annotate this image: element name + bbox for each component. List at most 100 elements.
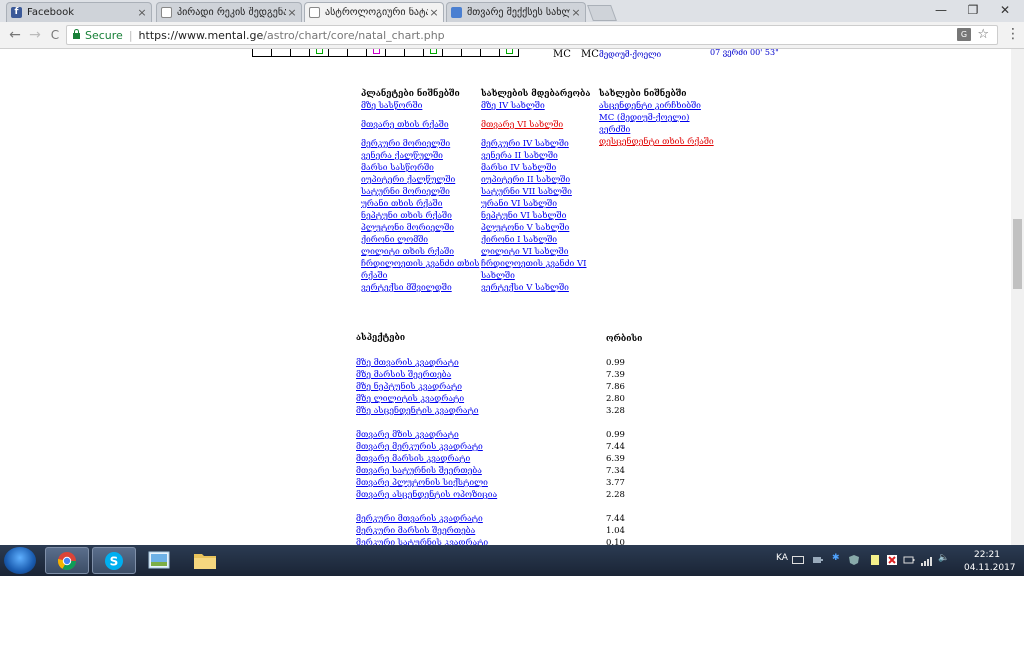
orb-value: 0.99 [606, 358, 625, 368]
svg-text:S: S [110, 555, 119, 569]
aspect-link[interactable]: მზე ნეპტუნის კვადრატი [356, 381, 497, 393]
aspect-link[interactable]: მთვარე პლუტონის სიქსტილი [356, 477, 497, 489]
link-item[interactable]: დესცენდენტი თხის რქაში [599, 136, 714, 148]
volume-icon[interactable]: 🔈 [938, 553, 949, 563]
link-item[interactable]: ასცენდენტი კირჩხიბში [599, 100, 714, 112]
aspect-link[interactable]: მთვარე მერკურის კვადრატი [356, 441, 497, 453]
link-item[interactable]: მარსი IV სახლში [481, 162, 590, 174]
close-icon[interactable]: × [570, 6, 582, 19]
security-shield-icon[interactable] [848, 554, 860, 566]
aspect-link[interactable]: მთვარე მზის კვადრატი [356, 429, 497, 441]
page-icon [161, 7, 172, 18]
close-window-button[interactable]: ✕ [990, 0, 1020, 20]
scrollbar-thumb[interactable] [1013, 219, 1022, 289]
orb-value: 7.39 [606, 370, 625, 380]
link-item[interactable]: იუპიტერი ქალწულში [361, 174, 479, 186]
link-item[interactable]: მარსი სასწორში [361, 162, 479, 174]
reload-button[interactable]: C [46, 26, 64, 44]
link-item[interactable]: მთვარე თხის რქაში [361, 119, 479, 131]
link-item[interactable]: ურანი VI სახლში [481, 198, 590, 210]
browser-menu-icon[interactable]: ⋮ [1006, 26, 1020, 42]
link-item[interactable]: ვერტექსი V სახლში [481, 282, 590, 294]
aspect-link[interactable]: მერკური მთვარის კვადრატი [356, 513, 497, 525]
link-item[interactable]: ურანი თხის რქაში [361, 198, 479, 210]
aspect-link[interactable]: მერკური სატურნის კვადრატი [356, 537, 497, 545]
tab-moon-sixth-house[interactable]: მთვარე მექქსეს სახლში × [446, 2, 586, 22]
network-device-icon[interactable] [812, 555, 824, 565]
house-positions-header: სახლების მდებარეობა [481, 89, 591, 99]
tab-natal-chart[interactable]: ასტროლოგიური ნატალ × [304, 2, 444, 22]
aspect-link[interactable]: მთვარე სატურნის შეერთება [356, 465, 497, 477]
link-item[interactable]: ჩრდილოეთის კვანძი VI [481, 258, 590, 270]
maximize-button[interactable]: ❐ [958, 0, 988, 20]
orb-value: 3.28 [606, 406, 625, 416]
facebook-icon: f [11, 7, 22, 18]
address-bar[interactable]: Secure | https://www.mental.ge/astro/cha… [66, 25, 998, 45]
secure-indicator[interactable]: Secure [73, 29, 123, 42]
keyboard-icon[interactable] [792, 555, 804, 565]
link-item[interactable]: ლილიტი VI სახლში [481, 246, 590, 258]
clock-date[interactable]: 04.11.2017 [964, 563, 1016, 573]
page-content: MC MC მედიუმ-ქოელი 07 ვერძი 00' 53" პლან… [0, 49, 1024, 545]
link-item[interactable]: მერკური მორიელში [361, 138, 479, 150]
orb-value: 2.28 [606, 490, 625, 500]
skype-taskbar-icon[interactable]: S [92, 547, 136, 574]
aspects-column: ასპექტები მზე მთვარის კვადრატი მზე მარსის… [356, 333, 497, 545]
link-item[interactable]: იუპიტერი II სახლში [481, 174, 590, 186]
page-scrollbar[interactable] [1011, 49, 1024, 545]
aspect-link[interactable]: მზე მარსის შეერთება [356, 369, 497, 381]
aspect-link[interactable]: მერკური მარსის შეერთება [356, 525, 497, 537]
link-item[interactable]: მთვარე VI სახლში [481, 119, 590, 131]
language-indicator[interactable]: KA [776, 553, 788, 563]
link-item[interactable]: პლუტონი მორიელში [361, 222, 479, 234]
link-item[interactable]: ქირონი ლომში [361, 234, 479, 246]
link-item[interactable]: სატურნი VII სახლში [481, 186, 590, 198]
aspect-link[interactable]: მზე ასცენდენტის კვადრატი [356, 405, 497, 417]
minimize-button[interactable]: — [926, 0, 956, 20]
flag-alert-icon[interactable] [886, 554, 898, 566]
link-item[interactable]: ნეპტუნი VI სახლში [481, 210, 590, 222]
notes-icon[interactable] [870, 554, 880, 566]
link-item[interactable]: ვენერა ქალწულში [361, 150, 479, 162]
new-tab-button[interactable] [587, 5, 617, 21]
close-icon[interactable]: × [136, 6, 148, 19]
close-icon[interactable]: × [286, 6, 298, 19]
link-item[interactable]: რქაში [361, 270, 479, 282]
link-item[interactable]: სატურნი მორიელში [361, 186, 479, 198]
signal-bars-icon[interactable] [920, 556, 932, 566]
photo-viewer-taskbar-icon[interactable] [138, 547, 182, 574]
link-item[interactable]: ჩრდილოეთის კვანძი თხის [361, 258, 479, 270]
aspect-link[interactable]: მთვარე მარსის კვადრატი [356, 453, 497, 465]
link-item[interactable]: ქირონი I სახლში [481, 234, 590, 246]
green-mark-icon [506, 49, 513, 54]
battery-icon[interactable] [903, 554, 915, 566]
close-icon[interactable]: × [428, 6, 440, 19]
link-item[interactable]: სახლში [481, 270, 590, 282]
translate-icon[interactable]: G [957, 28, 971, 41]
back-button[interactable]: ← [6, 26, 24, 44]
aspect-link[interactable]: მთვარე ასცენდენტის ოპოზიცია [356, 489, 497, 501]
link-item[interactable]: ვერძში [599, 124, 714, 136]
windows-start-icon[interactable] [4, 547, 36, 574]
empty-area [0, 576, 1024, 666]
link-item[interactable]: ვენერა II სახლში [481, 150, 590, 162]
tab-facebook[interactable]: f Facebook × [6, 2, 152, 22]
aspect-link[interactable]: მზე ლილიტის კვადრატი [356, 393, 497, 405]
link-item[interactable]: მზე IV სახლში [481, 100, 590, 112]
forward-button[interactable]: → [26, 26, 44, 44]
houses-in-signs-header: სახლები ნიშნებში [599, 89, 687, 99]
bookmark-star-icon[interactable]: ☆ [977, 27, 989, 42]
link-item[interactable]: ნეპტუნი თხის რქაში [361, 210, 479, 222]
bluetooth-icon[interactable]: ✱ [832, 553, 840, 563]
link-item[interactable]: MC (მედიუმ-ქოელი) [599, 112, 714, 124]
link-item[interactable]: ვერტექსი მშვილდში [361, 282, 479, 294]
chrome-taskbar-icon[interactable] [45, 547, 89, 574]
link-item[interactable]: პლუტონი V სახლში [481, 222, 590, 234]
aspect-link[interactable]: მზე მთვარის კვადრატი [356, 357, 497, 369]
file-explorer-taskbar-icon[interactable] [184, 547, 228, 574]
link-item[interactable]: მერკური IV სახლში [481, 138, 590, 150]
link-item[interactable]: მზე სასწორში [361, 100, 479, 112]
tab-personal-chart[interactable]: პირადი რეკის შედგენა × [156, 2, 302, 22]
clock-time[interactable]: 22:21 [974, 550, 1000, 560]
link-item[interactable]: ლილიტი თხის რქაში [361, 246, 479, 258]
